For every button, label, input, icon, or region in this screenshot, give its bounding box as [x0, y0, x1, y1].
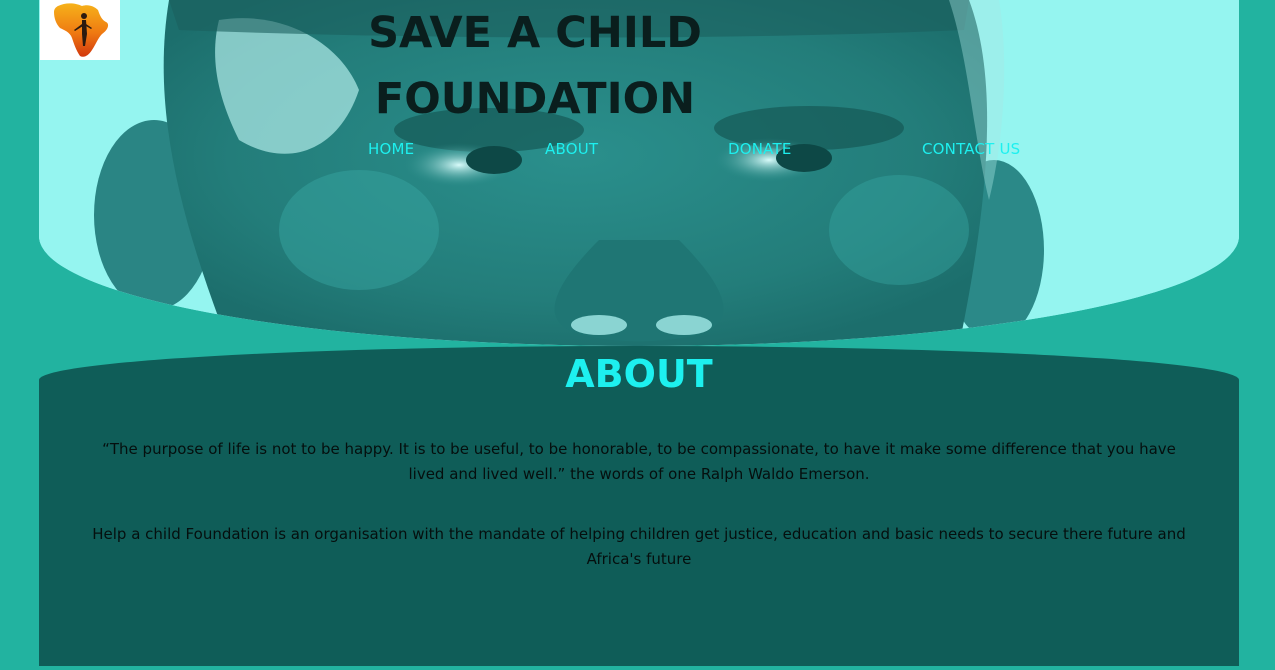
nav-contact-us-link[interactable]: CONTACT US — [922, 136, 1020, 162]
site-title: SAVE A CHILD FOUNDATION — [368, 8, 702, 124]
nav-about-link[interactable]: ABOUT — [545, 136, 598, 162]
main-nav: HOME ABOUT DONATE CONTACT US — [0, 136, 1275, 162]
emerson-quote: “The purpose of life is not to be happy.… — [102, 440, 1176, 483]
about-section: ABOUT “The purpose of life is not to be … — [39, 346, 1239, 666]
site-logo[interactable] — [40, 0, 120, 60]
nav-donate-link[interactable]: DONATE — [728, 136, 792, 162]
about-heading: ABOUT — [565, 352, 713, 396]
mission-statement: Help a child Foundation is an organisati… — [92, 525, 1186, 568]
page: SAVE A CHILD FOUNDATION HOME ABOUT DONAT… — [0, 0, 1275, 670]
nav-home-link[interactable]: HOME — [368, 136, 414, 162]
africa-map-child-icon — [54, 3, 109, 57]
